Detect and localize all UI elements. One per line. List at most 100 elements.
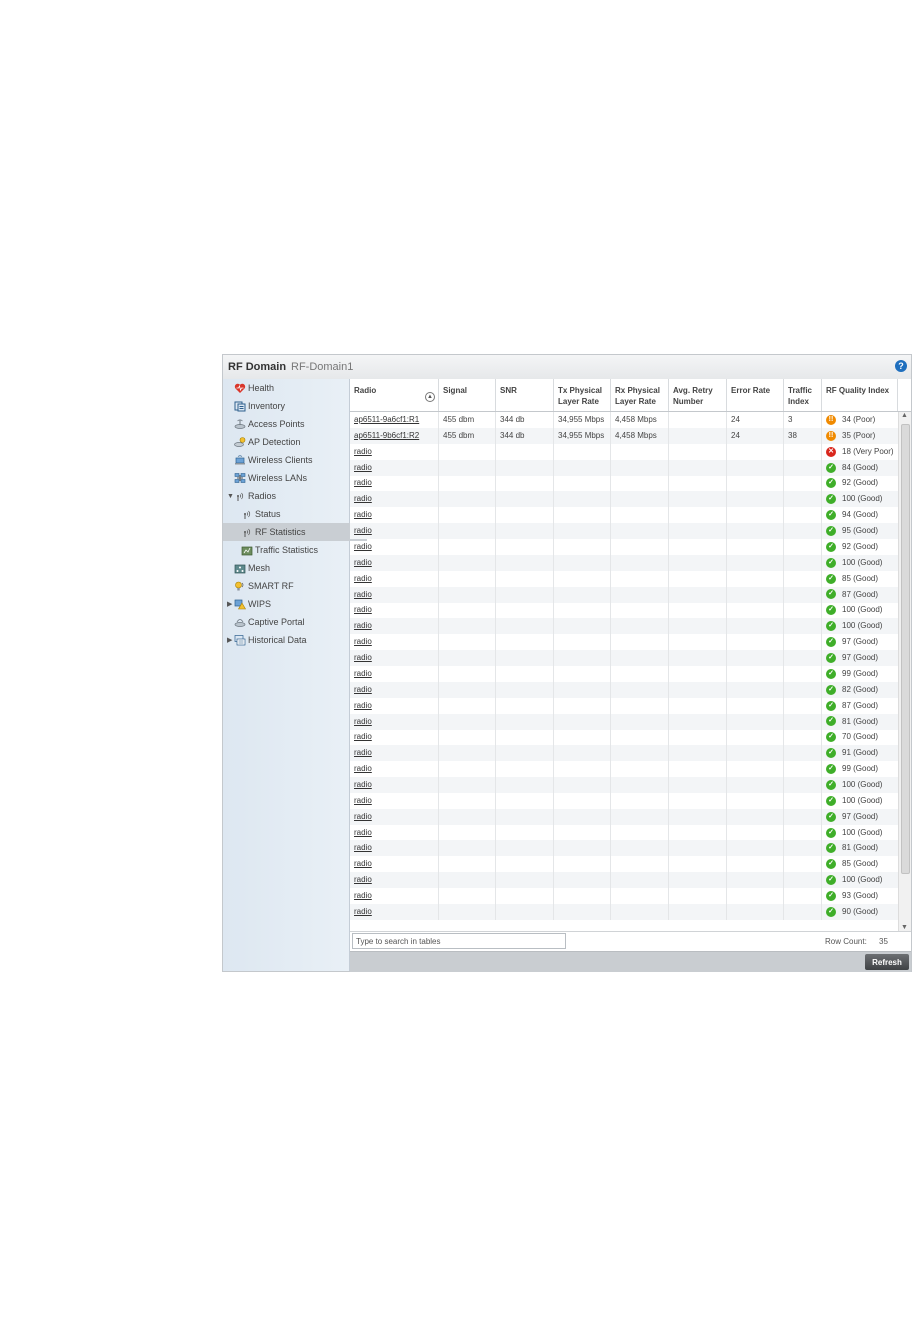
sidebar-item-captive-portal[interactable]: Captive Portal xyxy=(234,613,305,631)
column-header-7[interactable]: Traffic Index xyxy=(784,379,822,411)
sidebar-item-rf-statistics[interactable]: RF Statistics xyxy=(223,523,367,541)
table-row[interactable]: radio ✓ 91 (Good) xyxy=(350,745,898,762)
table-row[interactable]: radio ✓ 94 (Good) xyxy=(350,507,898,524)
table-row[interactable]: radio ✓ 82 (Good) xyxy=(350,681,898,698)
sidebar-item-status[interactable]: Status xyxy=(241,505,281,523)
radio-link[interactable]: radio xyxy=(350,665,439,682)
table-row[interactable]: radio ✓ 95 (Good) xyxy=(350,523,898,540)
radio-link[interactable]: radio xyxy=(350,459,439,476)
radio-link[interactable]: radio xyxy=(350,650,439,667)
sidebar-item-wips[interactable]: ▶ WIPS xyxy=(227,595,271,613)
table-row[interactable]: radio ✓ 97 (Good) xyxy=(350,808,898,825)
scroll-up-icon[interactable]: ▲ xyxy=(901,412,908,419)
radio-link[interactable]: radio xyxy=(350,888,439,905)
radio-link[interactable]: radio xyxy=(350,713,439,730)
table-row[interactable]: radio ✓ 85 (Good) xyxy=(350,570,898,587)
radio-link[interactable]: radio xyxy=(350,554,439,571)
sidebar-item-access-points[interactable]: Access Points xyxy=(234,415,305,433)
sidebar-item-smart-rf[interactable]: SMART RF xyxy=(234,577,294,595)
sidebar-item-historical-data[interactable]: ▶ Historical Data xyxy=(227,631,307,649)
sidebar-item-traffic-statistics[interactable]: Traffic Statistics xyxy=(241,541,318,559)
table-row[interactable]: ap6511-9b6cf1:R2 455 dbm 344 db 34,955 Mbps… xyxy=(350,427,898,444)
help-icon[interactable]: ? xyxy=(895,360,907,372)
radio-link[interactable]: radio xyxy=(350,586,439,603)
radio-link[interactable]: radio xyxy=(350,745,439,762)
radio-link[interactable]: radio xyxy=(350,792,439,809)
radio-link[interactable]: radio xyxy=(350,777,439,793)
table-row[interactable]: radio ✓ 100 (Good) xyxy=(350,824,898,841)
column-header-1[interactable]: Signal xyxy=(439,379,496,411)
radio-link[interactable]: radio xyxy=(350,697,439,714)
sidebar-item-radios[interactable]: ▼ Radios xyxy=(227,487,276,505)
radio-link[interactable]: radio xyxy=(350,903,439,920)
column-header-2[interactable]: SNR xyxy=(496,379,554,411)
radio-link[interactable]: radio xyxy=(350,475,439,492)
table-row[interactable]: radio ✓ 84 (Good) xyxy=(350,459,898,476)
table-row[interactable]: radio ✓ 90 (Good) xyxy=(350,903,898,920)
scroll-thumb[interactable] xyxy=(901,424,910,874)
collapse-arrow-icon[interactable]: ▶ xyxy=(227,636,233,644)
sidebar-item-inventory[interactable]: Inventory xyxy=(234,397,285,415)
sidebar-item-wireless-lans[interactable]: Wireless LANs xyxy=(234,469,307,487)
radio-link[interactable]: radio xyxy=(350,729,439,746)
table-row[interactable]: ap6511-9a6cf1:R1 455 dbm 344 db 34,955 Mbps… xyxy=(350,412,898,428)
scroll-down-icon[interactable]: ▼ xyxy=(901,924,908,931)
radio-link[interactable]: radio xyxy=(350,856,439,873)
sidebar-item-health[interactable]: Health xyxy=(234,379,274,397)
table-row[interactable]: radio ✓ 100 (Good) xyxy=(350,872,898,889)
radio-link[interactable]: radio xyxy=(350,618,439,635)
table-row[interactable]: radio ✓ 92 (Good) xyxy=(350,538,898,555)
collapse-arrow-icon[interactable]: ▶ xyxy=(227,600,233,608)
table-row[interactable]: radio ✓ 97 (Good) xyxy=(350,634,898,651)
sidebar-item-wireless-clients[interactable]: Wireless Clients xyxy=(234,451,313,469)
table-row[interactable]: radio ✓ 100 (Good) xyxy=(350,777,898,793)
table-row[interactable]: radio ✓ 81 (Good) xyxy=(350,840,898,857)
table-row[interactable]: radio ✓ 99 (Good) xyxy=(350,761,898,778)
radio-link[interactable]: radio xyxy=(350,538,439,555)
radio-link[interactable]: ap6511-9a6cf1:R1 xyxy=(350,412,439,428)
radio-link[interactable]: radio xyxy=(350,824,439,841)
radio-link[interactable]: radio xyxy=(350,634,439,651)
table-row[interactable]: radio ✓ 99 (Good) xyxy=(350,665,898,682)
table-row[interactable]: radio ✓ 93 (Good) xyxy=(350,888,898,905)
expand-arrow-icon[interactable]: ▼ xyxy=(227,493,234,500)
table-row[interactable]: radio ✓ 92 (Good) xyxy=(350,475,898,492)
table-row[interactable]: radio ✓ 100 (Good) xyxy=(350,491,898,508)
radio-link[interactable]: radio xyxy=(350,443,439,460)
table-row[interactable]: radio ✓ 100 (Good) xyxy=(350,618,898,635)
column-header-8[interactable]: RF Quality Index xyxy=(822,379,898,411)
sidebar-item-mesh[interactable]: Mesh xyxy=(234,559,270,577)
refresh-button[interactable]: Refresh xyxy=(865,954,909,970)
column-header-5[interactable]: Avg. Retry Number xyxy=(669,379,727,411)
column-header-3[interactable]: Tx Physical Layer Rate xyxy=(554,379,611,411)
table-row[interactable]: radio ✕ 18 (Very Poor) xyxy=(350,443,898,460)
table-row[interactable]: radio ✓ 87 (Good) xyxy=(350,586,898,603)
radio-link[interactable]: radio xyxy=(350,808,439,825)
table-row[interactable]: radio ✓ 100 (Good) xyxy=(350,602,898,619)
table-row[interactable]: radio ✓ 85 (Good) xyxy=(350,856,898,873)
table-row[interactable]: radio ✓ 87 (Good) xyxy=(350,697,898,714)
table-row[interactable]: radio ✓ 100 (Good) xyxy=(350,792,898,809)
table-row[interactable]: radio ✓ 70 (Good) xyxy=(350,729,898,746)
radio-link[interactable]: radio xyxy=(350,840,439,857)
radio-link[interactable]: radio xyxy=(350,523,439,540)
radio-link[interactable]: radio xyxy=(350,761,439,778)
radio-link[interactable]: radio xyxy=(350,681,439,698)
table-row[interactable]: radio ✓ 100 (Good) xyxy=(350,554,898,571)
search-input[interactable] xyxy=(352,933,566,949)
sidebar-item-ap-detection[interactable]: AP Detection xyxy=(234,433,300,451)
vertical-scrollbar[interactable]: ▲ ▼ xyxy=(898,412,911,931)
radio-link[interactable]: radio xyxy=(350,872,439,889)
column-header-0[interactable]: Radio ▲ xyxy=(350,379,439,411)
radio-link[interactable]: radio xyxy=(350,570,439,587)
column-header-4[interactable]: Rx Physical Layer Rate xyxy=(611,379,669,411)
sort-ascending-icon[interactable]: ▲ xyxy=(425,392,435,402)
column-header-6[interactable]: Error Rate xyxy=(727,379,784,411)
radio-link[interactable]: radio xyxy=(350,491,439,508)
radio-link[interactable]: ap6511-9b6cf1:R2 xyxy=(350,427,439,444)
radio-link[interactable]: radio xyxy=(350,602,439,619)
radio-link[interactable]: radio xyxy=(350,507,439,524)
cell-snr xyxy=(496,840,554,857)
table-row[interactable]: radio ✓ 97 (Good) xyxy=(350,650,898,667)
table-row[interactable]: radio ✓ 81 (Good) xyxy=(350,713,898,730)
